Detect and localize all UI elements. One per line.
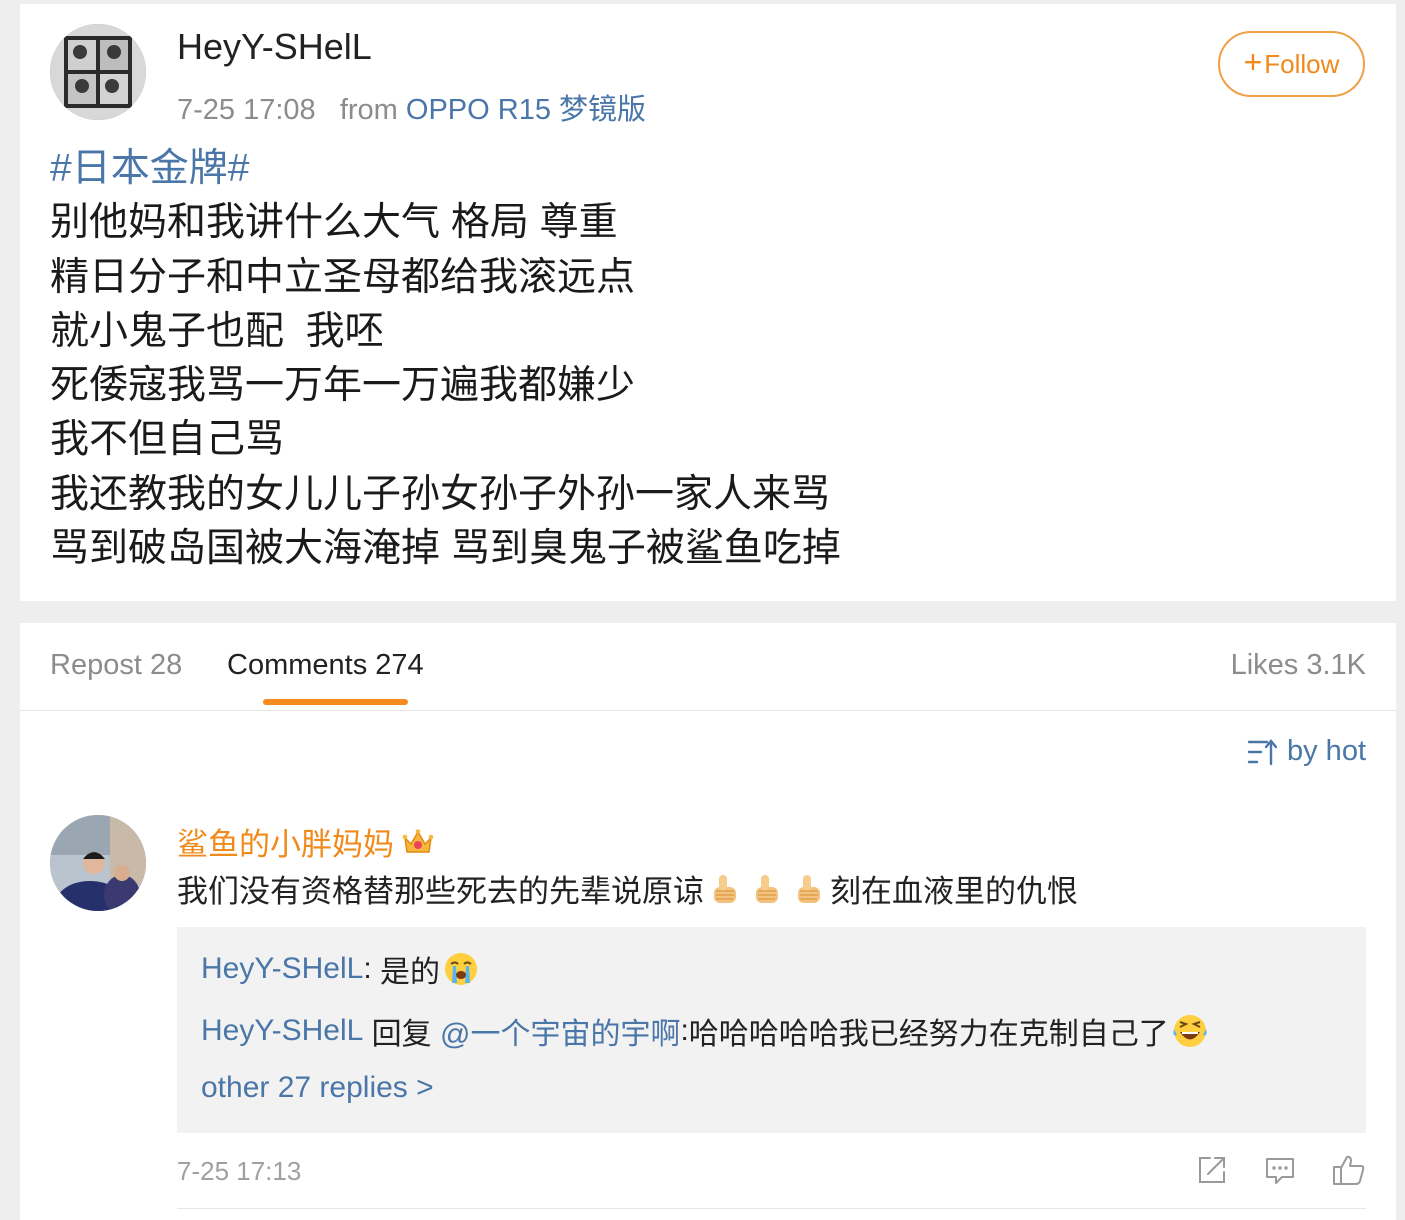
more-replies-link[interactable]: other 27 replies > [201,1071,434,1105]
reply-text: 哈哈哈哈哈我已经努力在克制自己了 [688,1018,1169,1051]
post-line: 就小鬼子也配 我呸 [50,309,384,353]
tab-repost-label: Repost [50,649,142,681]
post-line: 骂到破岛国被大海淹掉 骂到臭鬼子被鲨鱼吃掉 [50,527,841,571]
reply-item: HeyY-SHelL 回复 @一个宇宙的宇啊 : 哈哈哈哈哈我已经努力在克制自己… [201,1009,1208,1053]
tab-likes-label: Likes [1230,649,1299,681]
reply-user[interactable]: HeyY-SHelL [201,952,363,986]
tab-comments-label: Comments [227,649,368,681]
tab-comments[interactable]: Comments 274 [227,649,424,682]
share-icon[interactable] [1196,1154,1228,1186]
tab-likes[interactable]: Likes 3.1K [1231,649,1366,682]
active-tab-indicator [263,699,408,705]
commenter-avatar[interactable] [50,815,146,911]
post-meta: 7-25 17:08 from OPPO R15 梦镜版 [177,86,646,128]
reply-text: 是的 [379,956,440,989]
thumbs-up-emoji [756,874,778,903]
commenter-name-row: 鲨鱼的小胖妈妈 [177,819,434,864]
tab-comments-count: 274 [375,649,424,681]
post-hashtag[interactable]: #日本金牌# [50,142,841,196]
post-from-label: from [339,94,398,126]
crown-badge-icon [402,828,434,853]
post-time: 7-25 17:08 [177,94,316,126]
follow-label: Follow [1264,48,1340,79]
reply-separator: : [363,952,380,985]
thumbs-up-emoji [714,874,736,903]
post-line: 死倭寇我骂一万年一万遍我都嫌少 [50,364,636,408]
reply-user[interactable]: HeyY-SHelL [201,1014,363,1048]
post-device[interactable]: OPPO R15 梦镜版 [406,94,646,126]
tab-likes-count: 3.1K [1306,649,1366,681]
post-author-avatar[interactable] [50,24,146,120]
like-icon[interactable] [1332,1154,1366,1186]
tab-repost[interactable]: Repost 28 [50,649,182,682]
post-line: 我不但自己骂 [50,418,285,462]
crying-emoji [444,953,477,985]
comment-icon[interactable] [1264,1154,1296,1186]
comment-text: 我们没有资格替那些死去的先辈说原谅 刻在血液里的仇恨 [177,866,1078,911]
sort-by-hot-button[interactable]: by hot [1247,735,1366,768]
post-line: 精日分子和中立圣母都给我滚远点 [50,255,636,299]
comment-time: 7-25 17:13 [177,1156,302,1186]
post-line: 别他妈和我讲什么大气 格局 尊重 [50,201,618,245]
comment-text-part: 我们没有资格替那些死去的先辈说原谅 [177,874,704,909]
comments-card: Repost 28 Comments 274 Likes 3.1K by hot [20,623,1396,1220]
plus-icon: + [1243,44,1263,80]
thumbs-up-emoji [798,874,820,903]
post-author-name[interactable]: HeyY-SHelL [177,26,372,68]
tab-bar: Repost 28 Comments 274 Likes 3.1K [20,623,1396,711]
sort-label: by hot [1287,735,1366,767]
follow-button[interactable]: + Follow [1218,31,1365,97]
post-line: 我还教我的女儿儿子孙女孙子外孙一家人来骂 [50,472,831,516]
comment-text-part: 刻在血液里的仇恨 [830,874,1078,909]
reply-mid: 回复 [363,1018,440,1051]
reply-item: HeyY-SHelL : 是的 [201,947,479,991]
laughing-emoji [1173,1015,1207,1047]
post-text: #日本金牌# 别他妈和我讲什么大气 格局 尊重 精日分子和中立圣母都给我滚远点 … [50,142,841,576]
commenter-name[interactable]: 鲨鱼的小胖妈妈 [177,819,394,864]
reply-separator: : [680,1014,689,1047]
post-card: HeyY-SHelL 7-25 17:08 from OPPO R15 梦镜版 … [20,4,1396,601]
reply-mention[interactable]: @一个宇宙的宇啊 [440,1009,680,1053]
sort-icon [1247,738,1277,765]
replies-box[interactable]: HeyY-SHelL : 是的 HeyY-SHelL 回复 @一个宇宙的宇啊 :… [177,927,1366,1133]
comment-divider [177,1208,1366,1209]
tab-repost-count: 28 [149,649,183,681]
